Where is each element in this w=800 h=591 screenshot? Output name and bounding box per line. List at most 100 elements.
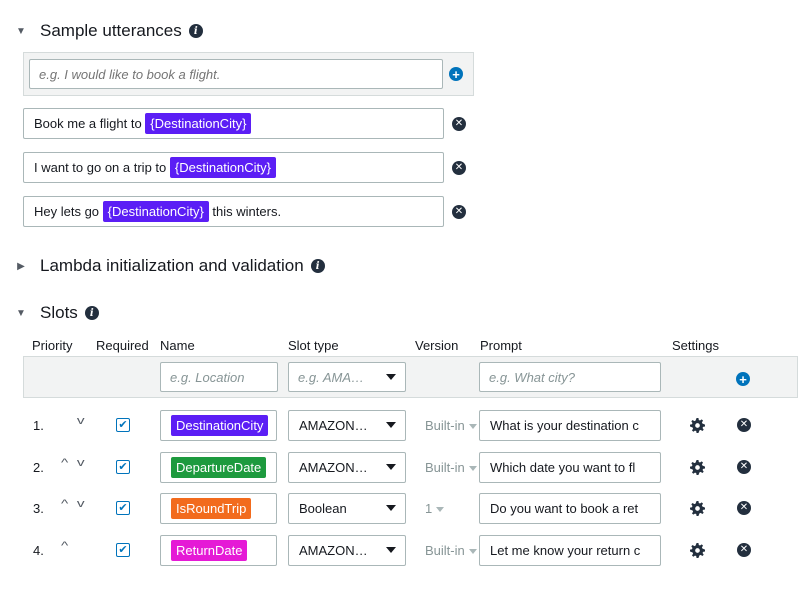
slot-priority: 4.	[33, 543, 44, 558]
slot-type-value: Boolean	[299, 501, 347, 516]
slot-version[interactable]: Built-in	[425, 543, 477, 558]
slot-name-field[interactable]: DepartureDate	[160, 452, 277, 483]
col-version: Version	[415, 338, 459, 353]
slot-prompt-field[interactable]: Let me know your return c	[479, 535, 661, 566]
slot-type-select[interactable]: AMAZON…	[288, 410, 406, 441]
dropdown-caret-icon	[386, 464, 396, 470]
slot-type-select[interactable]: AMAZON…	[288, 535, 406, 566]
remove-slot-icon[interactable]: ✕	[737, 543, 751, 557]
slot-version[interactable]: Built-in	[425, 418, 477, 433]
caret-down-icon[interactable]: ▼	[14, 308, 28, 319]
slot-version[interactable]: Built-in	[425, 460, 477, 475]
caret-right-icon[interactable]: ▶	[14, 261, 28, 272]
slots-header[interactable]: ▼ Slots i	[14, 303, 99, 323]
remove-utterance-icon[interactable]: ✕	[452, 161, 466, 175]
required-checkbox[interactable]: ✔	[116, 501, 130, 515]
remove-slot-icon[interactable]: ✕	[737, 460, 751, 474]
slot-prompt-field[interactable]: Which date you want to fl	[479, 452, 661, 483]
remove-slot-icon[interactable]: ✕	[737, 501, 751, 515]
new-slot-bar	[23, 356, 798, 398]
version-caret-icon	[468, 549, 477, 555]
utterance-text: this winters.	[212, 204, 282, 219]
col-required: Required	[96, 338, 149, 353]
lambda-header[interactable]: ▶ Lambda initialization and validation i	[14, 256, 325, 276]
slot-row: 1. v ✔ DestinationCity AMAZON… Built-in …	[0, 410, 800, 441]
remove-slot-icon[interactable]: ✕	[737, 418, 751, 432]
utterance-slot-tag: {DestinationCity}	[169, 157, 276, 178]
version-caret-icon	[468, 466, 477, 472]
slot-name-tag: DestinationCity	[171, 415, 269, 436]
utterance-text: Hey lets go	[34, 204, 100, 219]
slot-version-value: Built-in	[425, 460, 465, 475]
slot-prompt-field[interactable]: Do you want to book a ret	[479, 493, 661, 524]
gear-icon[interactable]	[690, 543, 705, 558]
slot-type-select[interactable]: AMAZON…	[288, 452, 406, 483]
chevron-up-icon[interactable]: ^	[61, 498, 68, 510]
utterance-row[interactable]: Book me a flight to {DestinationCity}	[23, 108, 444, 139]
chevron-up-icon[interactable]: ^	[61, 540, 68, 552]
slot-row: 3. ^ v ✔ IsRoundTrip Boolean 1 Do you wa…	[0, 493, 800, 524]
add-slot-plus-icon[interactable]: +	[736, 372, 750, 386]
new-slot-type-placeholder: e.g. AMA…	[298, 369, 364, 385]
gear-icon[interactable]	[690, 460, 705, 475]
new-utterance-input[interactable]	[29, 59, 443, 89]
utterance-text: I want to go on a trip to	[34, 160, 167, 175]
slot-type-value: AMAZON…	[299, 460, 368, 475]
required-checkbox[interactable]: ✔	[116, 460, 130, 474]
info-icon[interactable]: i	[84, 306, 99, 320]
sample-utterances-title: Sample utterances	[40, 21, 182, 40]
slot-priority: 2.	[33, 460, 44, 475]
version-caret-icon	[468, 424, 477, 430]
remove-utterance-icon[interactable]: ✕	[452, 205, 466, 219]
col-settings: Settings	[672, 338, 719, 353]
dropdown-caret-icon	[386, 505, 396, 511]
lambda-title: Lambda initialization and validation	[40, 256, 304, 275]
slot-name-tag: ReturnDate	[171, 540, 248, 561]
col-name: Name	[160, 338, 195, 353]
col-priority: Priority	[32, 338, 73, 353]
slot-row: 4. ^ ✔ ReturnDate AMAZON… Built-in Let m…	[0, 535, 800, 566]
slot-version-value: 1	[425, 501, 433, 516]
slot-version-value: Built-in	[425, 418, 465, 433]
slot-priority: 1.	[33, 418, 44, 433]
new-slot-type-select[interactable]: e.g. AMA…	[288, 362, 406, 392]
add-utterance-plus-icon[interactable]: +	[449, 67, 463, 81]
col-prompt: Prompt	[480, 338, 522, 353]
slots-title: Slots	[40, 303, 78, 322]
utterance-slot-tag: {DestinationCity}	[102, 201, 209, 222]
col-slot-type: Slot type	[288, 338, 339, 353]
utterance-text: Book me a flight to	[34, 116, 142, 131]
version-caret-icon	[436, 507, 445, 513]
gear-icon[interactable]	[690, 418, 705, 433]
slot-type-value: AMAZON…	[299, 543, 368, 558]
new-slot-name-input[interactable]: e.g. Location	[160, 362, 278, 392]
info-icon[interactable]: i	[188, 24, 203, 38]
new-utterance-bar: +	[23, 52, 474, 96]
slot-name-field[interactable]: IsRoundTrip	[160, 493, 277, 524]
required-checkbox[interactable]: ✔	[116, 418, 130, 432]
remove-utterance-icon[interactable]: ✕	[452, 117, 466, 131]
required-checkbox[interactable]: ✔	[116, 543, 130, 557]
gear-icon[interactable]	[690, 501, 705, 516]
new-slot-prompt-input[interactable]: e.g. What city?	[479, 362, 661, 392]
chevron-down-icon[interactable]: v	[77, 457, 85, 469]
chevron-down-icon[interactable]: v	[77, 415, 85, 427]
chevron-down-icon[interactable]: v	[77, 498, 85, 510]
slot-type-value: AMAZON…	[299, 418, 368, 433]
utterance-row[interactable]: I want to go on a trip to {DestinationCi…	[23, 152, 444, 183]
slot-prompt-field[interactable]: What is your destination c	[479, 410, 661, 441]
slot-type-select[interactable]: Boolean	[288, 493, 406, 524]
slot-version[interactable]: 1	[425, 501, 445, 516]
slot-priority: 3.	[33, 501, 44, 516]
slot-name-field[interactable]: ReturnDate	[160, 535, 277, 566]
sample-utterances-header[interactable]: ▼ Sample utterances i	[14, 21, 203, 41]
chevron-up-icon[interactable]: ^	[61, 457, 68, 469]
info-icon[interactable]: i	[310, 259, 325, 273]
dropdown-caret-icon	[386, 374, 396, 380]
slot-version-value: Built-in	[425, 543, 465, 558]
caret-down-icon[interactable]: ▼	[14, 26, 28, 37]
slot-name-tag: IsRoundTrip	[171, 498, 252, 519]
utterance-row[interactable]: Hey lets go {DestinationCity} this winte…	[23, 196, 444, 227]
slot-row: 2. ^ v ✔ DepartureDate AMAZON… Built-in …	[0, 452, 800, 483]
slot-name-field[interactable]: DestinationCity	[160, 410, 277, 441]
